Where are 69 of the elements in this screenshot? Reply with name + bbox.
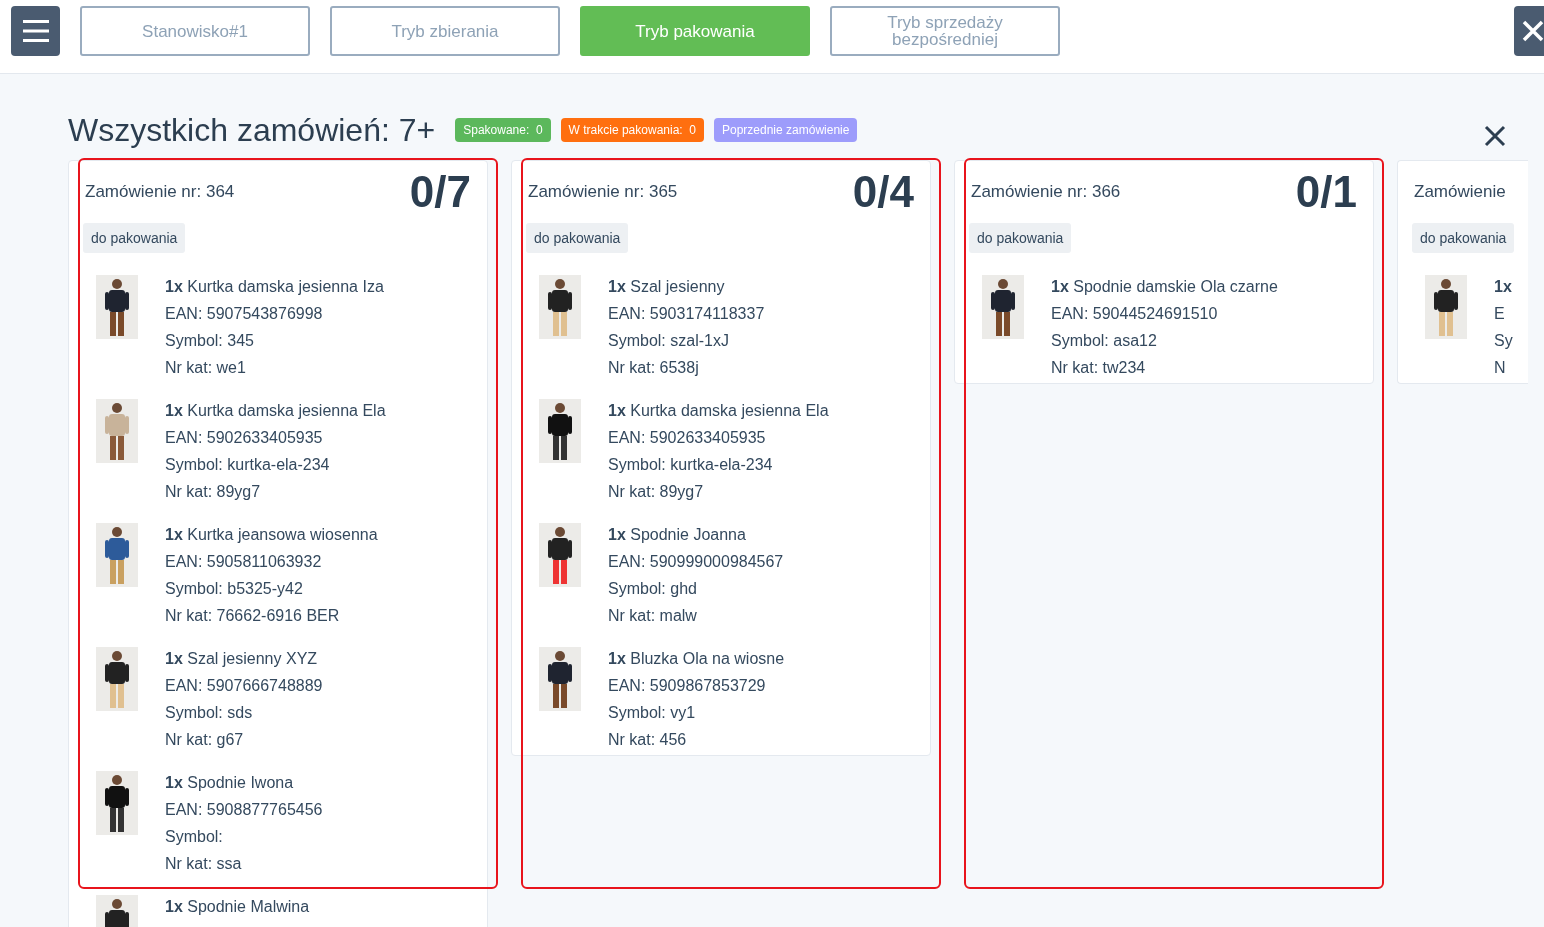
status-tag: do pakowania [83,223,186,253]
product-detail: Symbol: kurtka-ela-234 [165,455,331,475]
status-badge: Spakowane: 0 [455,118,551,142]
product-detail: EAN: 5902633405935 [165,428,324,448]
product-name: 1x Spodnie damskie Ola czarne [1051,277,1278,297]
order-title: Zamówienie nr: 364 [85,182,235,202]
product-detail: EAN: 5903174118337 [608,304,765,324]
product-detail: Symbol: 345 [165,331,255,351]
product-detail: Symbol: ghd [608,579,698,599]
menu-icon [22,19,49,43]
product-detail: E [1494,304,1506,324]
product-detail: Symbol: szal-1xJ [608,331,730,351]
product-name: 1x Szal jesienny [608,277,726,297]
product-detail: Nr kat: we1 [165,358,247,378]
product-name: 1x Spodnie Malwina [165,897,310,917]
product-detail: Symbol: kurtka-ela-234 [608,455,774,475]
order-title: Zamówienie [1414,182,1506,202]
product-name: 1x Bluzka Ola na wiosne [608,649,785,669]
product-detail: EAN: 5909867853729 [608,676,767,696]
product-detail: EAN: 590999000984567 [608,552,784,572]
mode-tab[interactable]: Stanowisko#1 [80,6,310,56]
product-detail: Nr kat: 89yg7 [165,482,262,502]
product-detail: Nr kat: 89yg7 [608,482,705,502]
status-badge: W trakcie pakowania: 0 [560,118,704,142]
packed-counter: 0/7 [409,167,471,217]
product-detail: Symbol: sds [165,703,254,723]
status-tag: do pakowania [969,223,1072,253]
product-detail: Nr kat: 456 [608,730,688,750]
product-detail: EAN: 5907666748889 [165,676,323,696]
mode-tab[interactable]: Tryb zbierania [330,6,560,56]
product-name: 1x Kurtka damska jesienna Ela [608,401,829,421]
product-detail: Nr kat: malw [608,606,698,626]
product-name: 1x Spodnie Joanna [608,525,747,545]
packed-counter: 0/1 [1295,167,1357,217]
product-detail: Nr kat: 76662-6916 BER [165,606,341,626]
page-title: Wszystkich zamówień: 7+ [68,111,436,149]
product-detail: Symbol: asa12 [1051,331,1158,351]
mode-tab[interactable]: Tryb pakowania [580,6,810,56]
product-name: 1x Spodnie Iwona [165,773,295,793]
product-detail: Nr kat: g67 [165,730,245,750]
order-title: Zamówienie nr: 365 [528,182,678,202]
product-detail: Symbol: [165,827,224,847]
product-detail: EAN: 59044524691510 [1051,304,1219,324]
product-detail: Symbol: b5325-y42 [165,579,304,599]
product-detail: N [1494,358,1507,378]
product-detail: Nr kat: 6538j [608,358,700,378]
status-badge: Poprzednie zamówienie [714,118,858,142]
close-icon[interactable] [1484,125,1506,147]
status-tag: do pakowania [526,223,629,253]
product-detail: Symbol: vy1 [608,703,697,723]
close-button[interactable] [1514,6,1544,56]
status-tag: do pakowania [1412,223,1515,253]
product-detail: Nr kat: tw234 [1051,358,1147,378]
product-name: 1x Kurtka damska jesienna Ela [165,401,386,421]
menu-button[interactable] [11,6,60,56]
product-detail: EAN: 5902633405935 [608,428,767,448]
mode-tab[interactable]: Tryb sprzedaży bezpośredniej [830,6,1060,56]
product-name: 1x [1494,277,1513,297]
product-detail: EAN: 5908877765456 [165,800,323,820]
product-name: 1x Kurtka damska jesienna Iza [165,277,384,297]
packed-counter: 0/4 [852,167,914,217]
product-name: 1x Szal jesienny XYZ [165,649,319,669]
product-detail: EAN: 5907543876998 [165,304,324,324]
product-detail: EAN: 5905811063932 [165,552,323,572]
product-detail: Nr kat: ssa [165,854,243,874]
order-title: Zamówienie nr: 366 [971,182,1121,202]
product-detail: Sy [1494,331,1513,351]
close-icon [1522,20,1544,42]
product-name: 1x Kurtka jeansowa wiosenna [165,525,378,545]
